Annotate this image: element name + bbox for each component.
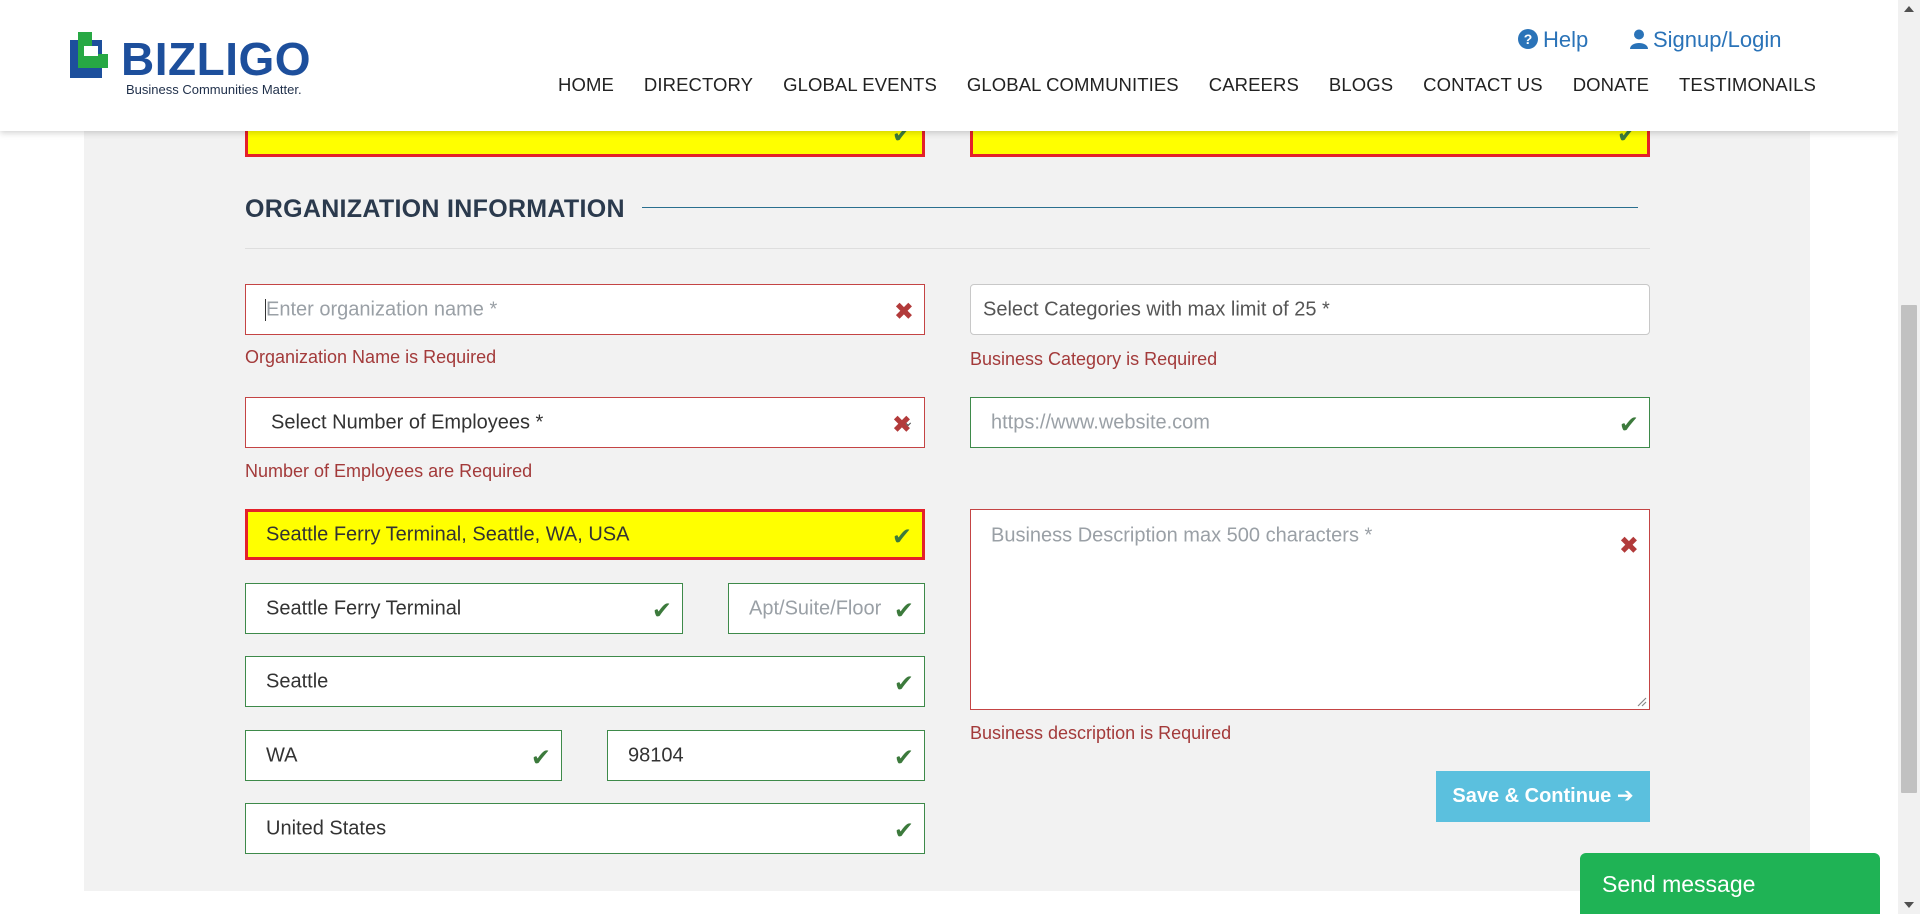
description-error: Business description is Required <box>970 723 1232 743</box>
zip-value: 98104 <box>628 744 684 766</box>
nav-contact-us[interactable]: CONTACT US <box>1423 74 1543 96</box>
city-value: Seattle <box>266 670 329 692</box>
employees-selected: Select Number of Employees * <box>271 411 544 433</box>
invalid-x-icon: ✖ <box>1618 532 1639 560</box>
invalid-x-icon: ✖ <box>893 297 914 325</box>
bizligo-logo[interactable]: BIZLIGO Business Communities Matter. <box>70 30 320 100</box>
business-description-textarea[interactable]: Business Description max 500 characters … <box>970 509 1650 710</box>
zip-input[interactable]: 98104 ✔ <box>607 730 925 781</box>
signup-login-label: Signup/Login <box>1653 27 1782 52</box>
street-value: Seattle Ferry Terminal <box>266 597 462 619</box>
section-divider <box>245 248 1650 249</box>
nav-global-communities[interactable]: GLOBAL COMMUNITIES <box>967 74 1179 96</box>
user-icon <box>1630 29 1648 55</box>
valid-check-icon: ✔ <box>893 596 914 624</box>
categories-placeholder: Select Categories with max limit of 25 * <box>983 298 1330 320</box>
logo-tagline: Business Communities Matter. <box>126 82 302 97</box>
street-address-input[interactable]: Seattle Ferry Terminal ✔ <box>245 583 683 634</box>
logo-wordmark: BIZLIGO <box>121 33 312 85</box>
scrollbar-thumb[interactable] <box>1901 305 1917 793</box>
organization-name-placeholder: Enter organization name * <box>266 298 498 320</box>
nav-careers[interactable]: CAREERS <box>1209 74 1299 96</box>
employees-error: Number of Employees are Required <box>245 461 533 481</box>
valid-check-icon: ✔ <box>891 522 912 550</box>
nav-directory[interactable]: DIRECTORY <box>644 74 753 96</box>
section-title-rule <box>642 207 1638 208</box>
scroll-up-arrow-icon[interactable] <box>1904 6 1914 12</box>
nav-global-events[interactable]: GLOBAL EVENTS <box>783 74 937 96</box>
valid-check-icon: ✔ <box>893 816 914 844</box>
organization-name-error: Organization Name is Required <box>245 347 497 367</box>
site-header: BIZLIGO Business Communities Matter. ? H… <box>0 0 1898 131</box>
valid-check-icon: ✔ <box>651 596 672 624</box>
scrollbar[interactable] <box>1898 0 1920 914</box>
country-value: United States <box>266 817 387 839</box>
nav-blogs[interactable]: BLOGS <box>1329 74 1393 96</box>
apt-suite-input[interactable]: Apt/Suite/Floor ✔ <box>728 583 925 634</box>
nav-testimonials[interactable]: TESTIMONAILS <box>1679 74 1816 96</box>
svg-text:?: ? <box>1524 31 1533 47</box>
send-message-button[interactable]: Send message <box>1580 853 1880 914</box>
section-title: ORGANIZATION INFORMATION <box>245 195 625 223</box>
save-continue-button[interactable]: Save & Continue ➔ <box>1436 771 1650 822</box>
scroll-down-arrow-icon[interactable] <box>1904 902 1914 908</box>
help-label: Help <box>1543 27 1589 52</box>
question-circle-icon: ? <box>1518 29 1538 55</box>
location-value: Seattle Ferry Terminal, Seattle, WA, USA <box>266 523 630 545</box>
valid-check-icon: ✔ <box>1618 410 1639 438</box>
valid-check-icon: ✔ <box>893 669 914 697</box>
country-input[interactable]: United States ✔ <box>245 803 925 854</box>
valid-check-icon: ✔ <box>893 743 914 771</box>
categories-select[interactable]: Select Categories with max limit of 25 * <box>970 284 1650 335</box>
description-placeholder: Business Description max 500 characters … <box>991 524 1373 547</box>
nav-donate[interactable]: DONATE <box>1573 74 1649 96</box>
apt-placeholder: Apt/Suite/Floor <box>749 597 882 619</box>
invalid-x-icon: ✖ <box>891 410 912 438</box>
organization-name-input[interactable]: Enter organization name * ✖ <box>245 284 925 335</box>
state-value: WA <box>266 744 298 766</box>
bizligo-logo-mark-icon <box>70 32 108 78</box>
signup-login-link[interactable]: Signup/Login <box>1630 27 1781 55</box>
employees-select[interactable]: Select Number of Employees * ⌄ ✖ <box>245 397 925 448</box>
page: •••••••••• ✔ •••••••••• ✔ BIZLIGO Busine… <box>0 0 1920 914</box>
resize-grip-icon[interactable] <box>1635 695 1647 707</box>
help-link[interactable]: ? Help <box>1518 27 1588 55</box>
website-input[interactable]: https://www.website.com ✔ <box>970 397 1650 448</box>
valid-check-icon: ✔ <box>530 743 551 771</box>
website-placeholder: https://www.website.com <box>991 411 1210 433</box>
location-autocomplete-input[interactable]: Seattle Ferry Terminal, Seattle, WA, USA… <box>245 509 925 560</box>
categories-error: Business Category is Required <box>970 349 1218 369</box>
main-nav: HOME DIRECTORY GLOBAL EVENTS GLOBAL COMM… <box>558 74 1816 96</box>
nav-home[interactable]: HOME <box>558 74 614 96</box>
state-input[interactable]: WA ✔ <box>245 730 562 781</box>
city-input[interactable]: Seattle ✔ <box>245 656 925 707</box>
